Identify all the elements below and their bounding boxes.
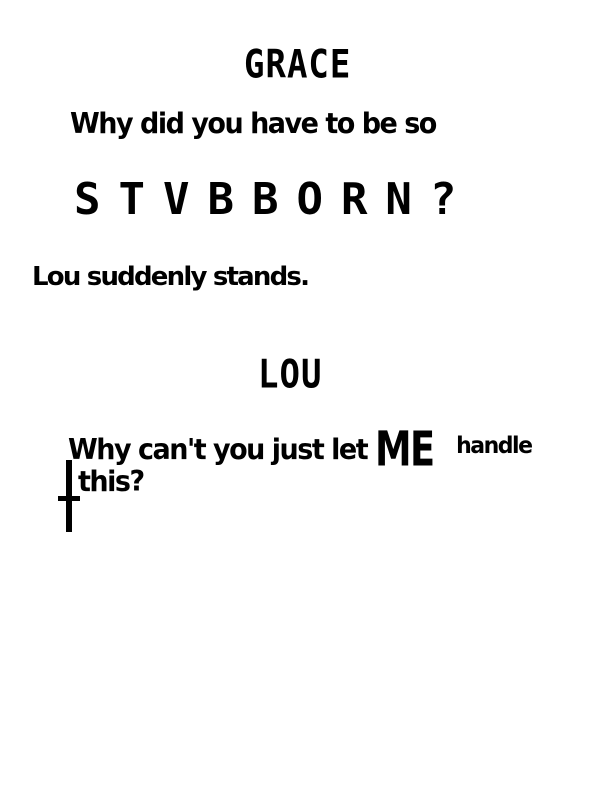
- dialogue-line-lou-cont: this?: [78, 466, 145, 499]
- cross-stroke-glyph: [58, 496, 80, 501]
- dialogue-line-grace: Why did you have to be so: [70, 108, 437, 141]
- dialogue-emphasis-me: ME: [375, 420, 435, 477]
- script-page: GRACE Why did you have to be so STVBBORN…: [0, 0, 612, 792]
- character-name-lou: LOU: [258, 352, 323, 398]
- dialogue-text-handle: handle: [456, 432, 533, 460]
- dialogue-line-lou: Why can't you just let ME handle: [68, 414, 533, 477]
- dialogue-text-start: Why can't you just let: [68, 433, 369, 467]
- dialogue-shout-stubborn: STVBBORN?: [74, 174, 475, 225]
- character-name-grace: GRACE: [244, 42, 352, 88]
- action-line: Lou suddenly stands.: [32, 262, 310, 292]
